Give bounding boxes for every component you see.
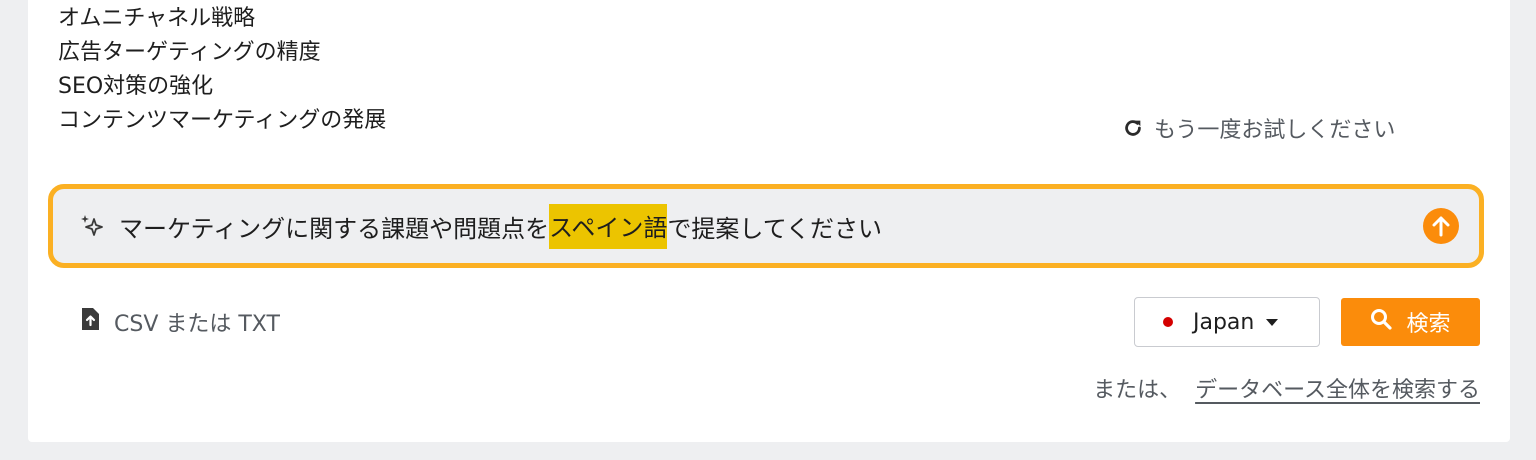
sparkle-icon bbox=[77, 212, 105, 240]
refresh-icon bbox=[1122, 117, 1144, 139]
arrow-up-icon bbox=[1432, 216, 1450, 237]
prompt-text-after: で提案してください bbox=[667, 214, 882, 243]
file-upload-icon bbox=[80, 307, 100, 337]
search-button[interactable]: 検索 bbox=[1341, 298, 1480, 346]
country-dropdown[interactable]: Japan bbox=[1134, 297, 1320, 347]
alternative-prefix: または、 bbox=[1093, 378, 1182, 403]
prompt-text: マーケティングに関する課題や問題点を スペイン語 で提案してください bbox=[119, 203, 882, 249]
retry-button[interactable]: もう一度お試しください bbox=[1122, 112, 1395, 144]
chevron-down-icon bbox=[1266, 318, 1279, 326]
prompt-input[interactable]: マーケティングに関する課題や問題点を スペイン語 で提案してください bbox=[48, 184, 1484, 268]
suggestion-list: オムニチャネル戦略 広告ターゲティングの精度 SEO対策の強化 コンテンツマーケ… bbox=[58, 2, 386, 138]
keyword-suggestion-card: オムニチャネル戦略 広告ターゲティングの精度 SEO対策の強化 コンテンツマーケ… bbox=[28, 0, 1510, 442]
search-all-database-link[interactable]: データベース全体を検索する bbox=[1195, 378, 1480, 403]
japan-flag-icon bbox=[1163, 317, 1173, 327]
retry-label: もう一度お試しください bbox=[1154, 118, 1396, 143]
suggestion-item[interactable]: SEO対策の強化 bbox=[58, 70, 386, 104]
search-icon bbox=[1370, 308, 1393, 336]
send-button[interactable] bbox=[1423, 208, 1459, 244]
suggestion-item[interactable]: オムニチャネル戦略 bbox=[58, 2, 386, 36]
suggestion-item[interactable]: 広告ターゲティングの精度 bbox=[58, 36, 386, 70]
suggestion-item[interactable]: コンテンツマーケティングの発展 bbox=[58, 104, 386, 138]
search-button-label: 検索 bbox=[1406, 312, 1451, 337]
upload-file-button[interactable]: CSV または TXT bbox=[80, 306, 280, 338]
upload-label: CSV または TXT bbox=[114, 312, 280, 337]
alternative-search: または、 データベース全体を検索する bbox=[1093, 372, 1480, 404]
prompt-text-before: マーケティングに関する課題や問題点を bbox=[119, 214, 550, 243]
country-selected-value: Japan bbox=[1193, 309, 1255, 335]
prompt-language-highlight: スペイン語 bbox=[549, 203, 668, 249]
